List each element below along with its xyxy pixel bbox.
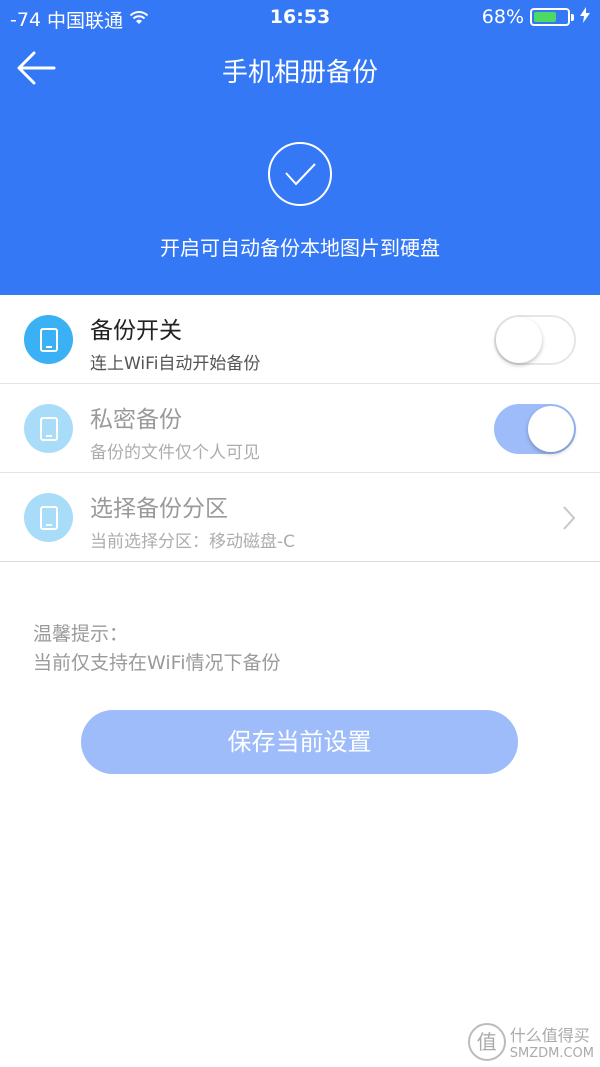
setting-subtitle: 当前选择分区：移动磁盘-C (90, 532, 296, 552)
toggle-knob (496, 317, 542, 363)
settings-list: 备份开关 连上WiFi自动开始备份 私密备份 备份的文件仅个人可见 选择备份分区… (0, 295, 600, 562)
setting-title: 私密备份 (90, 407, 182, 433)
phone-icon (24, 404, 73, 453)
battery-percent: 68% (481, 6, 524, 28)
setting-row-backup-partition[interactable]: 选择备份分区 当前选择分区：移动磁盘-C (0, 473, 600, 562)
setting-title: 备份开关 (90, 318, 182, 344)
status-bar: -74 中国联通 16:53 68% (0, 0, 600, 34)
watermark-badge: 值 (467, 1022, 506, 1061)
setting-subtitle: 连上WiFi自动开始备份 (90, 354, 261, 374)
setting-title: 选择备份分区 (90, 496, 228, 522)
header: -74 中国联通 16:53 68% 手机相册备份 开启可自动备份本地图片到硬盘 (0, 0, 600, 295)
setting-row-private-backup[interactable]: 私密备份 备份的文件仅个人可见 (0, 384, 600, 473)
watermark-text-cn: 什么值得买 (509, 1026, 590, 1045)
battery-level (534, 12, 556, 22)
chevron-right-icon (562, 505, 576, 535)
watermark-text-en: SMZDM.COM (509, 1046, 594, 1061)
tips-heading: 温馨提示： (33, 623, 129, 645)
setting-subtitle: 备份的文件仅个人可见 (90, 443, 260, 463)
check-circle-icon (267, 141, 333, 207)
backup-switch-toggle[interactable] (494, 315, 576, 365)
battery-icon (530, 8, 574, 26)
setting-row-backup-switch[interactable]: 备份开关 连上WiFi自动开始备份 (0, 295, 600, 384)
phone-icon (24, 315, 73, 364)
header-subtitle: 开启可自动备份本地图片到硬盘 (160, 236, 440, 260)
tips-block: 温馨提示： 当前仅支持在WiFi情况下备份 (33, 620, 280, 678)
bolt-icon (580, 6, 590, 28)
save-settings-button[interactable]: 保存当前设置 (81, 710, 518, 774)
watermark-logo: 值 什么值得买 SMZDM.COM (467, 1022, 594, 1061)
private-backup-toggle[interactable] (494, 404, 576, 454)
phone-icon (24, 493, 73, 542)
page-title: 手机相册备份 (221, 58, 378, 88)
tips-text: 当前仅支持在WiFi情况下备份 (33, 652, 281, 674)
toggle-knob (528, 406, 574, 452)
